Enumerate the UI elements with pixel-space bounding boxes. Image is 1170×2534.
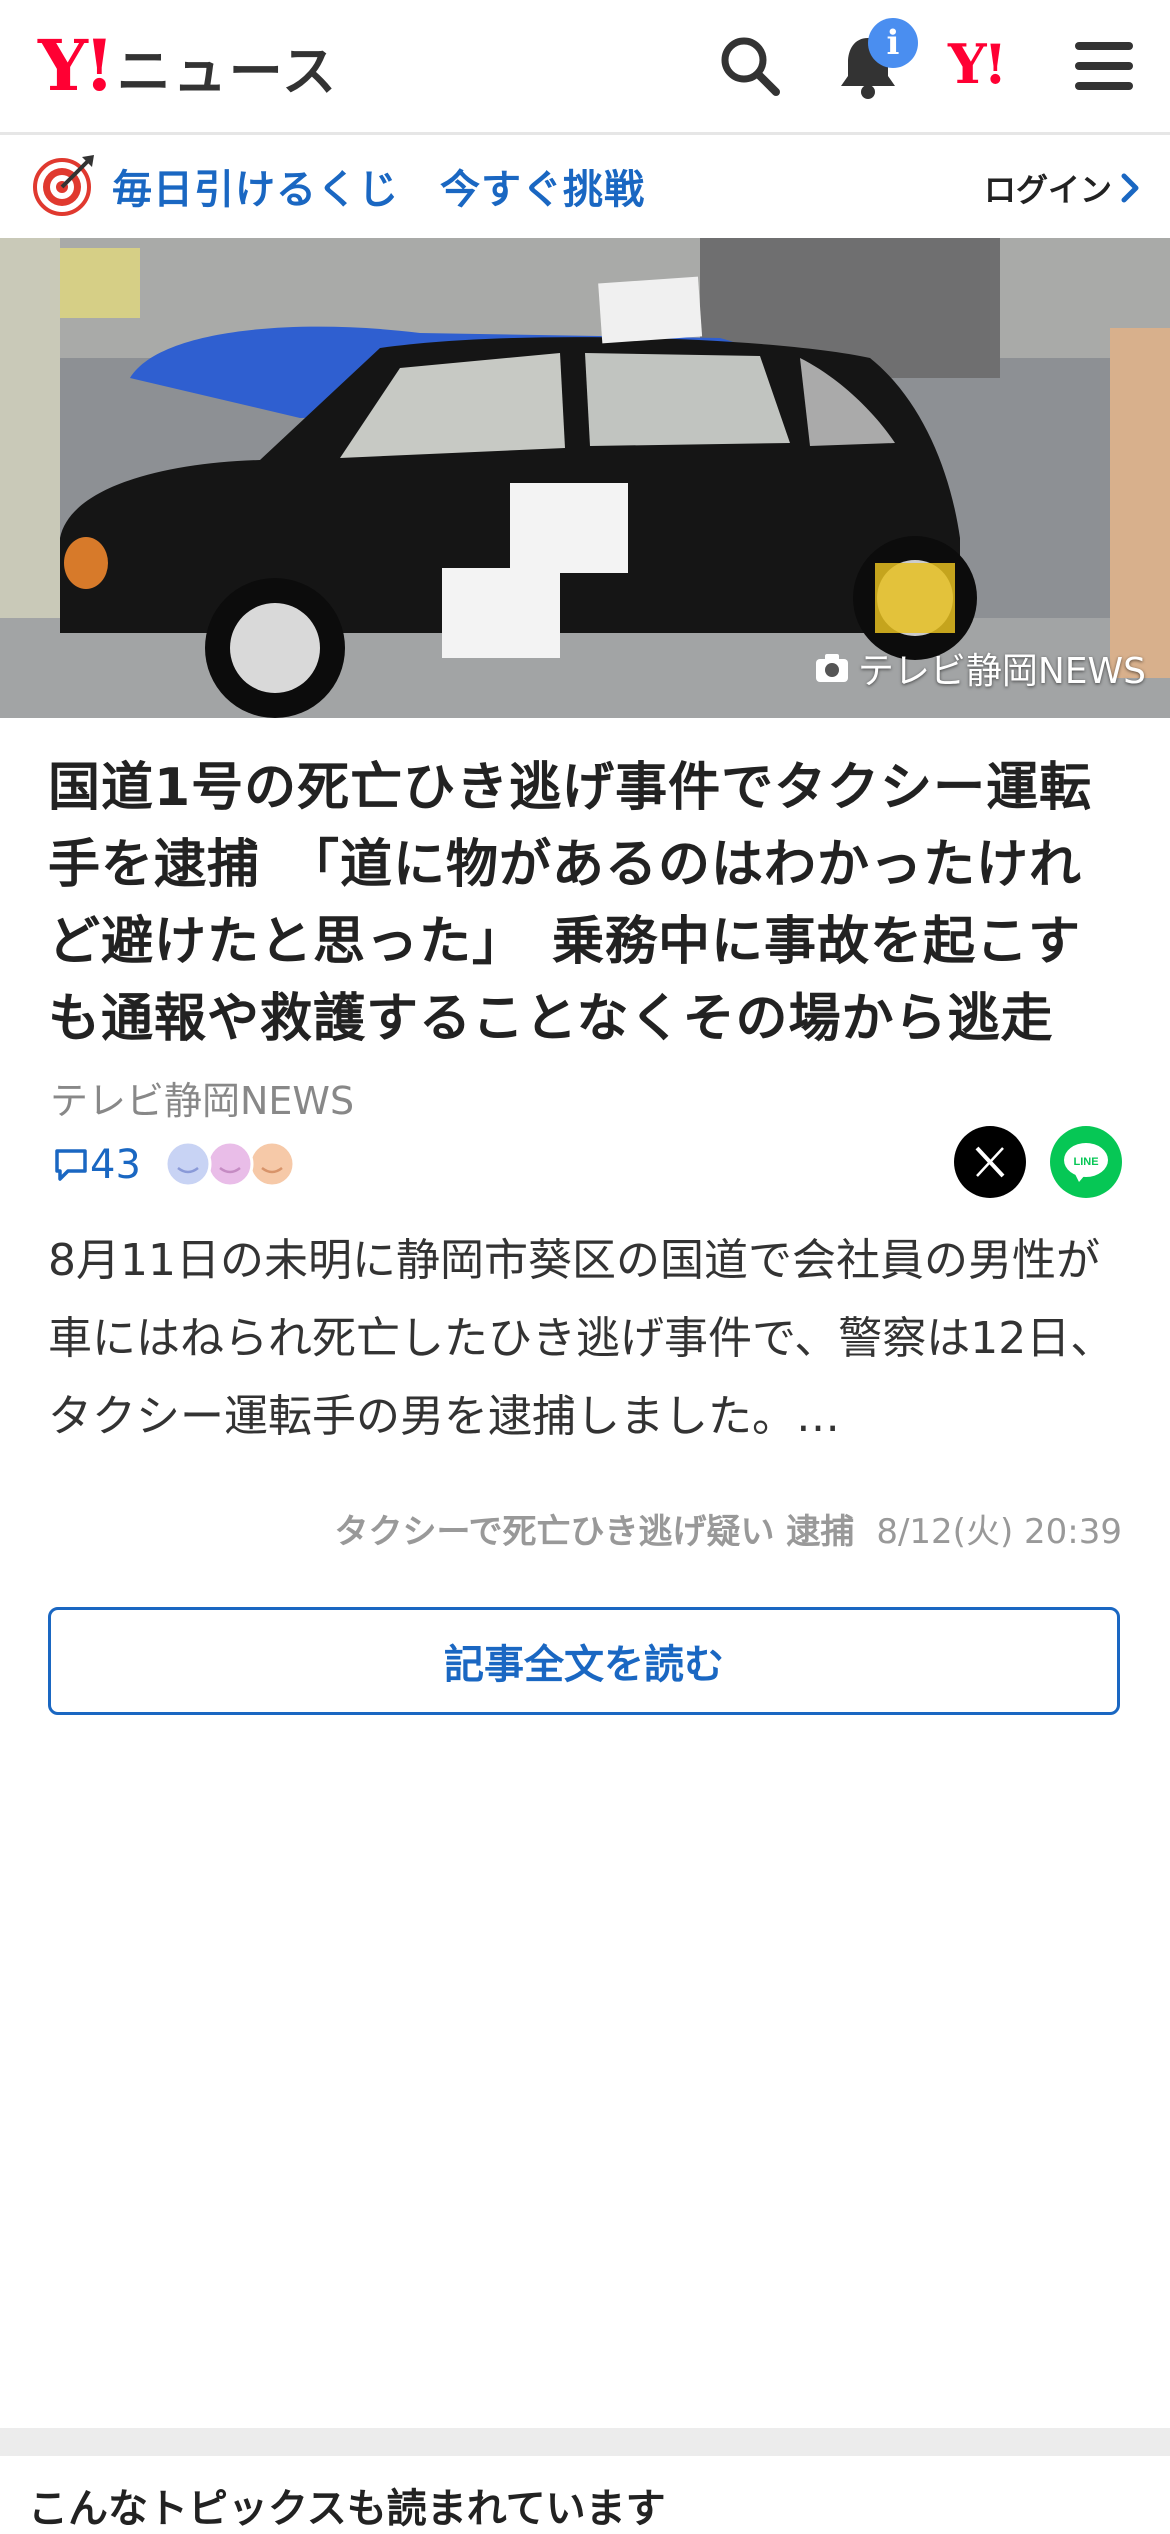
- comment-icon: [55, 1149, 87, 1181]
- photo-credit-text: テレビ静岡NEWS: [857, 651, 1146, 692]
- notification-badge: i: [868, 18, 918, 68]
- camera-icon: [815, 654, 848, 682]
- share-x-button[interactable]: [954, 1126, 1026, 1198]
- news-logo-text: ニュース: [116, 39, 339, 103]
- article-title[interactable]: 国道1号の死亡ひき逃げ事件でタクシー運転手を逮捕 「道に物があるのはわかったけれ…: [48, 750, 1128, 1058]
- topic-label[interactable]: タクシーで死亡ひき逃げ疑い 逮捕: [335, 1504, 855, 1553]
- hamburger-menu-icon[interactable]: [1066, 28, 1142, 104]
- search-icon[interactable]: [712, 28, 788, 104]
- article-source[interactable]: テレビ静岡NEWS: [50, 1070, 354, 1125]
- chevron-right-icon: [1121, 173, 1139, 203]
- login-label: ログイン: [983, 171, 1112, 209]
- reaction-avatars: [164, 1140, 296, 1188]
- line-logo-text: LINE: [1073, 1156, 1098, 1168]
- article-meta: タクシーで死亡ひき逃げ疑い 逮捕 8/12(火) 20:39: [335, 1504, 1122, 1553]
- comments-link[interactable]: 43: [52, 1142, 141, 1188]
- yahoo-news-logo[interactable]: Y! ニュース: [38, 28, 338, 104]
- line-logo-icon: LINE: [1064, 1143, 1108, 1182]
- share-line-button[interactable]: LINE: [1050, 1126, 1122, 1198]
- target-icon: [33, 155, 94, 216]
- photo-credit: テレビ静岡NEWS: [814, 642, 1146, 694]
- x-logo-icon: [975, 1146, 1005, 1178]
- daily-lottery-link[interactable]: 毎日引けるくじ 今すぐ挑戦: [112, 157, 645, 215]
- yahoo-logo-mark: Y!: [38, 24, 115, 107]
- related-topics-heading: こんなトピックスも読まれています: [28, 2486, 666, 2532]
- comment-count: 43: [90, 1142, 141, 1188]
- read-full-article-button[interactable]: 記事全文を読む: [48, 1607, 1120, 1715]
- published-datetime: 8/12(火) 20:39: [876, 1512, 1122, 1552]
- app-header: Y! ニュース i Y!: [0, 0, 1170, 135]
- yahoo-icon[interactable]: Y!: [948, 32, 1007, 96]
- article-summary[interactable]: 8月11日の未明に静岡市葵区の国道で会社員の男性が車にはねられ死亡したひき逃げ事…: [48, 1222, 1128, 1456]
- article-hero-image[interactable]: テレビ静岡NEWS: [0, 238, 1170, 718]
- section-divider: [0, 2428, 1170, 2456]
- promo-bar: 毎日引けるくじ 今すぐ挑戦 ログイン: [0, 135, 1170, 235]
- login-link[interactable]: ログイン: [984, 165, 1140, 211]
